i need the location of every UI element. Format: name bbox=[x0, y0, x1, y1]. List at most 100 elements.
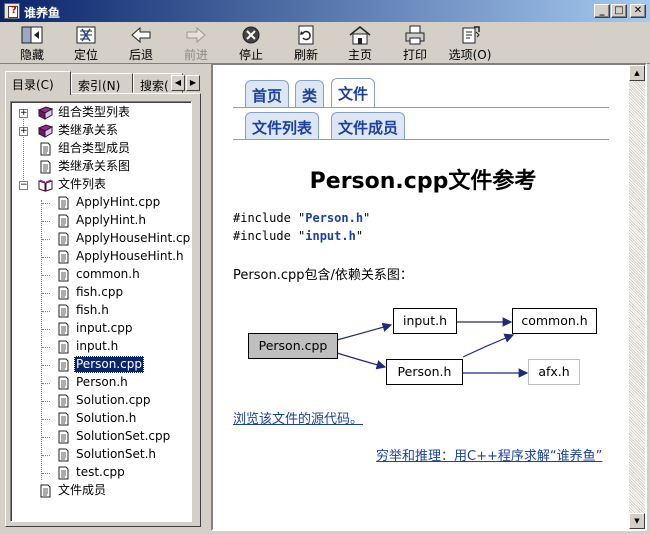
tree-connector bbox=[42, 455, 50, 456]
tree-connector bbox=[42, 311, 50, 312]
file-tree-item[interactable]: ApplyHouseHint.h bbox=[34, 248, 184, 266]
nav-tab-strip: 目录(C) 索引(N) 搜索( ◀ ▶ bbox=[5, 71, 205, 95]
page-icon bbox=[58, 430, 69, 444]
tree-item-label: 组合类型列表 bbox=[58, 105, 131, 119]
graph-node-common-h[interactable]: common.h bbox=[512, 308, 597, 334]
tree-connector bbox=[42, 437, 50, 438]
file-tree-item[interactable]: fish.cpp bbox=[34, 284, 184, 302]
page-icon bbox=[58, 286, 69, 300]
tree-item[interactable]: 文件成员 bbox=[16, 482, 186, 500]
include-link-person-h[interactable]: Person.h bbox=[305, 211, 363, 225]
graph-node-person-h[interactable]: Person.h bbox=[386, 359, 463, 385]
file-tree-item[interactable]: input.h bbox=[34, 338, 184, 356]
file-tree-item[interactable]: ApplyHouseHint.cpp bbox=[34, 230, 191, 248]
options-button[interactable]: 选项(O) bbox=[442, 24, 498, 62]
hide-label: 隐藏 bbox=[19, 48, 44, 62]
tab-index[interactable]: 索引(N) bbox=[71, 73, 133, 93]
page-icon bbox=[40, 484, 51, 498]
tab-scroll-left-icon[interactable]: ◀ bbox=[171, 75, 185, 91]
file-tree-item[interactable]: fish.h bbox=[34, 302, 184, 320]
title-bar[interactable]: 谁养鱼 _ □ ✕ bbox=[0, 0, 650, 22]
tree-connector bbox=[42, 347, 50, 348]
tree-item[interactable]: − 文件列表 bbox=[16, 176, 186, 194]
file-tree-item[interactable]: Solution.cpp bbox=[34, 392, 184, 410]
tree-connector bbox=[42, 383, 50, 384]
include-prefix: #include " bbox=[233, 229, 306, 243]
nav-underline bbox=[233, 107, 609, 108]
hide-button[interactable]: 隐藏 bbox=[4, 24, 60, 62]
collapse-icon[interactable]: − bbox=[19, 181, 28, 190]
forward-button[interactable]: 前进 bbox=[168, 24, 224, 62]
view-source-link[interactable]: 浏览该文件的源代码。 bbox=[233, 408, 363, 427]
tree-item[interactable]: + 类继承关系 bbox=[16, 122, 186, 140]
file-tree-item[interactable]: SolutionSet.cpp bbox=[34, 428, 184, 446]
tab-home[interactable]: 首页 bbox=[245, 80, 290, 107]
tab-classes[interactable]: 类 bbox=[295, 80, 325, 107]
file-tree-item[interactable]: Person.cpp bbox=[34, 356, 184, 374]
toolbar: 隐藏 定位 后退 前进 停止 刷新 主页 打印 选项(O) bbox=[0, 22, 650, 64]
file-tree-item[interactable]: input.cpp bbox=[34, 320, 184, 338]
book-icon bbox=[38, 124, 53, 138]
page-icon bbox=[58, 340, 69, 354]
file-tree-item[interactable]: ApplyHint.h bbox=[34, 212, 184, 230]
page-icon bbox=[58, 214, 69, 228]
file-tree-item[interactable]: ApplyHint.cpp bbox=[34, 194, 184, 212]
book-icon bbox=[38, 106, 53, 120]
refresh-label: 刷新 bbox=[293, 48, 318, 62]
hide-icon bbox=[21, 26, 43, 44]
file-tree-item-label: common.h bbox=[76, 267, 140, 281]
file-tree-item[interactable]: common.h bbox=[34, 266, 184, 284]
tree-item-label: 文件成员 bbox=[58, 483, 107, 497]
back-button[interactable]: 后退 bbox=[113, 24, 169, 62]
open-book-icon bbox=[38, 179, 53, 192]
expand-icon[interactable]: + bbox=[19, 109, 28, 118]
scroll-down-icon[interactable]: ▼ bbox=[629, 513, 645, 529]
home-button[interactable]: 主页 bbox=[332, 24, 388, 62]
tree-item[interactable]: + 组合类型列表 bbox=[16, 104, 186, 122]
file-tree-item[interactable]: SolutionSet.h bbox=[34, 446, 184, 464]
stop-button[interactable]: 停止 bbox=[223, 24, 279, 62]
scroll-up-icon[interactable]: ▲ bbox=[629, 65, 645, 81]
tab-scroll-right-icon[interactable]: ▶ bbox=[186, 75, 200, 91]
tree-connector bbox=[42, 419, 50, 420]
print-button[interactable]: 打印 bbox=[387, 24, 443, 62]
tree-connector bbox=[42, 275, 50, 276]
tab-files[interactable]: 文件 bbox=[331, 78, 376, 107]
graph-node-input-h[interactable]: input.h bbox=[393, 308, 457, 334]
file-tree-item[interactable]: Solution.h bbox=[34, 410, 184, 428]
refresh-button[interactable]: 刷新 bbox=[278, 24, 334, 62]
file-tree-item[interactable]: test.cpp bbox=[34, 464, 184, 482]
file-tree-item-label: Person.h bbox=[76, 375, 128, 389]
maximize-button[interactable]: □ bbox=[611, 4, 627, 18]
locate-button[interactable]: 定位 bbox=[58, 24, 114, 62]
expand-icon[interactable]: + bbox=[19, 127, 28, 136]
tree-item-label: 文件列表 bbox=[58, 177, 107, 191]
edge-person-cpp-to-person-h bbox=[336, 352, 387, 370]
minimize-button[interactable]: _ bbox=[594, 4, 610, 18]
vertical-scrollbar[interactable]: ▲ ▼ bbox=[629, 65, 645, 529]
tab-file-list[interactable]: 文件列表 bbox=[245, 112, 320, 139]
include-link-input-h[interactable]: input.h bbox=[305, 229, 356, 243]
tree-item-label: 类继承关系 bbox=[58, 123, 119, 137]
page-icon bbox=[58, 196, 69, 210]
tree-item[interactable]: 类继承关系图 bbox=[16, 158, 186, 176]
printer-icon bbox=[405, 25, 425, 45]
tree-item[interactable]: 组合类型成员 bbox=[16, 140, 186, 158]
footer-article-link[interactable]: 穷举和推理：用C++程序求解“谁养鱼” bbox=[376, 445, 602, 464]
include-suffix: " bbox=[363, 211, 371, 225]
contents-tree[interactable]: + 组合类型列表 + 类继承关系 组合类型成员 类继承关系图 − 文件列表 Ap… bbox=[10, 101, 192, 522]
forward-label: 前进 bbox=[183, 48, 208, 62]
tab-contents[interactable]: 目录(C) bbox=[5, 71, 71, 95]
help-app-icon bbox=[4, 3, 20, 19]
page-icon bbox=[40, 160, 51, 174]
window-title: 谁养鱼 bbox=[24, 6, 61, 20]
page-icon bbox=[58, 466, 69, 480]
stop-icon bbox=[242, 26, 260, 44]
close-button[interactable]: ✕ bbox=[630, 4, 646, 18]
file-tree-item[interactable]: Person.h bbox=[34, 374, 184, 392]
tree-connector bbox=[42, 293, 50, 294]
tab-file-members[interactable]: 文件成员 bbox=[331, 112, 406, 139]
tree-connector bbox=[42, 221, 50, 222]
tree-connector bbox=[42, 401, 50, 402]
tree-item-label: 组合类型成员 bbox=[58, 141, 131, 155]
